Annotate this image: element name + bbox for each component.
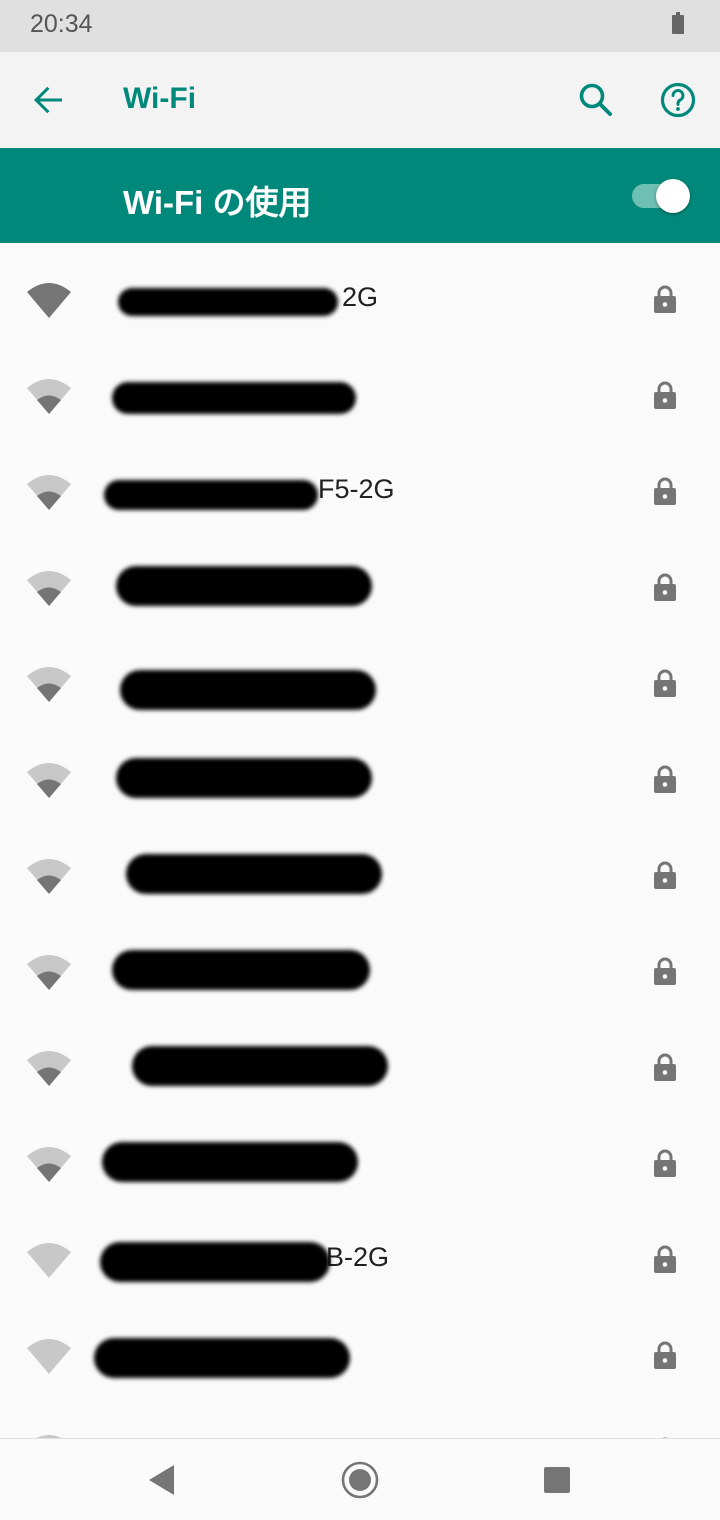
lock-icon [654, 1341, 676, 1369]
redaction-mark [120, 670, 376, 710]
redaction-mark [102, 1142, 358, 1182]
wifi-network-row[interactable] [0, 344, 720, 440]
redaction-mark [112, 382, 356, 414]
lock-icon [654, 1053, 676, 1081]
lock-icon [654, 669, 676, 697]
wifi-master-switch-label: Wi-Fi の使用 [123, 184, 312, 221]
wifi-network-row[interactable] [0, 1112, 720, 1208]
arrow-back-icon[interactable] [24, 76, 72, 124]
lock-icon [654, 1149, 676, 1177]
wifi-signal-icon [27, 1243, 71, 1278]
wifi-network-name: F5-2G [318, 474, 395, 504]
lock-icon [654, 957, 676, 985]
redaction-mark [100, 1242, 330, 1282]
battery-icon [672, 12, 684, 34]
lock-icon [654, 381, 676, 409]
lock-icon [654, 765, 676, 793]
wifi-network-row[interactable] [0, 920, 720, 1016]
wifi-signal-icon [27, 1147, 71, 1182]
redaction-mark [116, 566, 372, 606]
wifi-signal-icon [27, 955, 71, 990]
wifi-network-row[interactable] [0, 536, 720, 632]
redaction-mark [132, 1046, 388, 1086]
nav-back-triangle-icon[interactable] [146, 1463, 176, 1497]
wifi-network-row[interactable] [0, 824, 720, 920]
wifi-network-row[interactable] [0, 1016, 720, 1112]
wifi-master-switch-bar[interactable]: Wi-Fi の使用 [0, 148, 720, 243]
toggle-thumb [656, 179, 690, 213]
wifi-signal-icon [27, 283, 71, 318]
nav-home-circle-icon[interactable] [340, 1460, 380, 1500]
lock-icon [654, 1245, 676, 1273]
wifi-network-row[interactable]: F5-2G [0, 440, 720, 536]
wifi-network-row[interactable] [0, 1400, 720, 1438]
help-circle-icon[interactable] [654, 76, 702, 124]
wifi-signal-icon [27, 1051, 71, 1086]
wifi-toggle[interactable] [628, 178, 690, 214]
system-navigation-bar [0, 1438, 720, 1520]
redaction-mark [112, 950, 370, 990]
wifi-network-name: 2G [342, 282, 379, 312]
lock-icon [654, 573, 676, 601]
redaction-mark [116, 758, 372, 798]
search-icon[interactable] [572, 76, 620, 124]
wifi-signal-icon [27, 475, 71, 510]
wifi-network-row[interactable] [0, 632, 720, 728]
redaction-mark [104, 480, 318, 510]
redaction-mark [118, 288, 338, 316]
wifi-network-name: B-2G [326, 1242, 390, 1272]
lock-icon [654, 861, 676, 889]
lock-icon [654, 477, 676, 505]
wifi-network-list: 2G F5-2G B-2G [0, 243, 720, 1438]
wifi-network-row[interactable]: B-2G [0, 1208, 720, 1304]
wifi-network-row[interactable] [0, 728, 720, 824]
wifi-signal-icon [27, 859, 71, 894]
app-bar: Wi-Fi [0, 52, 720, 148]
wifi-signal-icon [27, 763, 71, 798]
page-title: Wi-Fi [123, 82, 197, 115]
lock-icon [654, 285, 676, 313]
wifi-signal-icon [27, 1339, 71, 1374]
wifi-signal-icon [27, 571, 71, 606]
wifi-network-row[interactable]: 2G [0, 248, 720, 344]
status-time: 20:34 [30, 10, 93, 38]
wifi-signal-icon [27, 379, 71, 414]
wifi-signal-icon [27, 667, 71, 702]
wifi-network-row[interactable] [0, 1304, 720, 1400]
redaction-mark [94, 1338, 350, 1378]
redaction-mark [126, 854, 382, 894]
status-bar: 20:34 [0, 0, 720, 52]
nav-recents-square-icon[interactable] [544, 1467, 570, 1493]
